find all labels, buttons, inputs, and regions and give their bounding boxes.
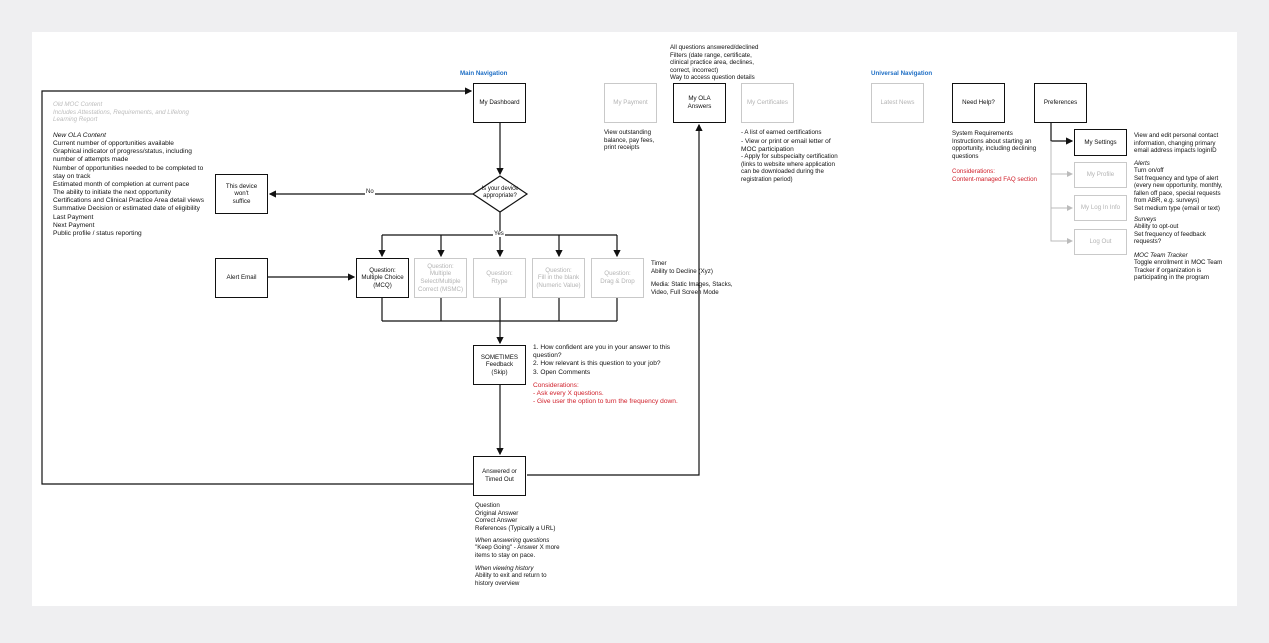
certificates-note-2: - View or print or email letter of MOC p… <box>741 138 831 154</box>
device-decision-diamond: Is your device appropriate? <box>481 186 519 200</box>
universal-navigation-heading: Universal Navigation <box>871 70 933 77</box>
alert-email-label: Alert Email <box>226 274 257 282</box>
question-rtype-label: Question: Rtype <box>486 270 513 285</box>
device-not-suffice-box[interactable]: This device won't suffice <box>215 174 268 214</box>
question-drag-drop-label: Question: Drag & Drop <box>600 270 635 285</box>
yes-label: Yes <box>493 231 505 237</box>
my-log-in-info-box[interactable]: My Log In Info <box>1074 195 1127 221</box>
certificates-note-1: - A list of earned certifications <box>741 129 822 136</box>
feedback-box[interactable]: SOMETIMES Feedback (Skip) <box>473 345 526 385</box>
my-settings-label: My Settings <box>1084 138 1117 146</box>
latest-news-label: Latest News <box>880 99 915 107</box>
question-fill-blank-box[interactable]: Question: Fill in the blank (Numeric Val… <box>532 258 585 298</box>
need-help-label: Need Help? <box>962 99 995 107</box>
payment-note: View outstanding balance, pay fees, prin… <box>604 129 655 152</box>
need-help-considerations: Considerations: Content-managed FAQ sect… <box>952 168 1037 183</box>
answered-timed-out-label: Answered or Timed Out <box>482 468 517 483</box>
my-dashboard-box[interactable]: My Dashboard <box>473 83 526 123</box>
new-ola-content-list: Current number of opportunities availabl… <box>53 140 204 237</box>
my-ola-answers-label: My OLA Answers <box>687 95 712 110</box>
viewing-history-body: Ability to exit and return to history ov… <box>475 572 547 587</box>
question-mcq-label: Question: Multiple Choice (MCQ) <box>361 266 404 289</box>
latest-news-box[interactable]: Latest News <box>871 83 924 123</box>
preferences-label: Preferences <box>1043 99 1078 107</box>
old-moc-content-note: Old MOC Content Includes Attestations, R… <box>53 101 189 124</box>
my-profile-box[interactable]: My Profile <box>1074 162 1127 188</box>
new-ola-content-title: New OLA Content <box>53 132 106 139</box>
answering-questions-body: "Keep Going" - Answer X more items to st… <box>475 544 560 559</box>
question-msmc-box[interactable]: Question: Multiple Select/Multiple Corre… <box>414 258 467 298</box>
log-out-label: Log Out <box>1089 238 1112 246</box>
feedback-questions-note: 1. How confident are you in your answer … <box>533 344 671 376</box>
feedback-label: SOMETIMES Feedback (Skip) <box>480 353 519 376</box>
main-navigation-heading: Main Navigation <box>460 70 508 77</box>
answered-timed-out-box[interactable]: Answered or Timed Out <box>473 456 526 496</box>
log-out-box[interactable]: Log Out <box>1074 229 1127 255</box>
alert-email-box[interactable]: Alert Email <box>215 258 268 298</box>
my-settings-box[interactable]: My Settings <box>1074 129 1127 156</box>
certificates-note-3: - Apply for subspecialty certification (… <box>741 153 838 183</box>
alerts-body: Turn on/off Set frequency and type of al… <box>1134 167 1223 212</box>
media-note: Media: Static Images, Stacks, Video, Ful… <box>651 281 733 296</box>
my-profile-label: My Profile <box>1086 171 1115 179</box>
question-rtype-box[interactable]: Question: Rtype <box>473 258 526 298</box>
my-ola-answers-box[interactable]: My OLA Answers <box>673 83 726 123</box>
device-not-suffice-label: This device won't suffice <box>225 182 258 205</box>
my-certificates-label: My Certificates <box>747 99 788 107</box>
preferences-box[interactable]: Preferences <box>1034 83 1087 123</box>
my-dashboard-label: My Dashboard <box>479 99 520 107</box>
surveys-body: Ability to opt-out Set frequency of feed… <box>1134 223 1206 246</box>
timer-note: Timer Ability to Decline (Xyz) <box>651 260 713 275</box>
feedback-considerations: Considerations: - Ask every X questions.… <box>533 382 678 406</box>
need-help-box[interactable]: Need Help? <box>952 83 1005 123</box>
my-payment-label: My Payment <box>613 99 648 107</box>
question-msmc-label: Question: Multiple Select/Multiple Corre… <box>417 262 464 293</box>
no-label: No <box>365 189 375 195</box>
settings-description: View and edit personal contact informati… <box>1134 132 1219 155</box>
need-help-note: System Requirements Instructions about s… <box>952 130 1037 160</box>
my-payment-box[interactable]: My Payment <box>604 83 657 123</box>
moc-team-tracker-body: Toggle enrollment in MOC Team Tracker if… <box>1134 259 1223 282</box>
my-certificates-box[interactable]: My Certificates <box>741 83 794 123</box>
question-fill-blank-label: Question: Fill in the blank (Numeric Val… <box>536 266 581 289</box>
question-mcq-box[interactable]: Question: Multiple Choice (MCQ) <box>356 258 409 298</box>
ola-answers-note: All questions answered/declined Filters … <box>670 44 759 82</box>
answer-details-note: Question Original Answer Correct Answer … <box>475 502 556 532</box>
my-log-in-info-label: My Log In Info <box>1080 204 1121 212</box>
question-drag-drop-box[interactable]: Question: Drag & Drop <box>591 258 644 298</box>
